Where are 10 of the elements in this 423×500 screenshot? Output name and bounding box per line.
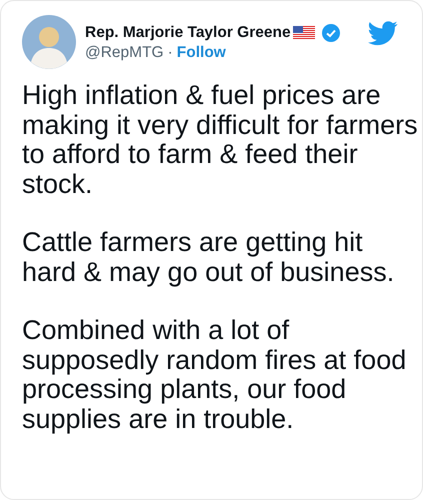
avatar[interactable] [22,15,76,69]
bird-icon[interactable] [368,21,398,46]
author-name[interactable]: Rep. Marjorie Taylor Greene [85,24,291,42]
separator: · [168,44,173,62]
tweet-text: Combined with a lot of supposedly random fires at food processing plants, our food supplies are in trouble. [22,316,408,434]
follow-link[interactable]: Follow [176,44,226,62]
author-handle: @RepMTG [85,44,164,62]
tweet-text: High inflation & fuel prices are making it very difficult for farmers to afford to farm & feed their stock. [22,81,419,199]
flag-icon [292,26,315,40]
tweet-text: Cattle farmers are getting hit hard & may go out of business. [22,228,396,287]
